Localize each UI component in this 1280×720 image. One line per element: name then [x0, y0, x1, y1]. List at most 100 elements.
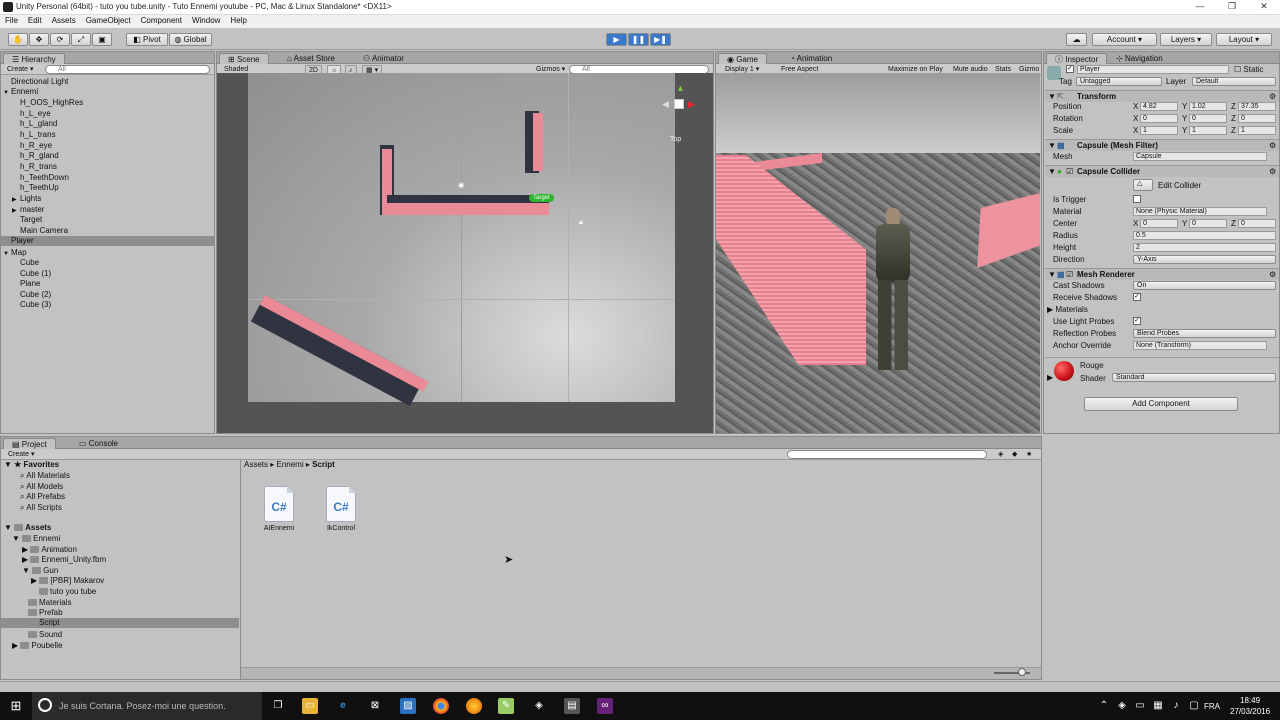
- hierarchy-item-h-r-eye[interactable]: h_R_eye: [20, 141, 52, 150]
- close-button[interactable]: ✕: [1254, 1, 1274, 12]
- expand-arrow-icon[interactable]: ▶: [12, 196, 20, 203]
- position-x-field[interactable]: 4.82: [1140, 102, 1178, 111]
- hierarchy-item-directional-light[interactable]: Directional Light: [11, 77, 68, 86]
- tray-up-arrow-icon[interactable]: ⌃: [1096, 698, 1112, 714]
- height-field[interactable]: 2: [1133, 243, 1276, 252]
- light-probes-checkbox[interactable]: ✓: [1133, 317, 1141, 325]
- breadcrumb-assets[interactable]: Assets: [244, 460, 268, 469]
- hierarchy-item-cube[interactable]: Cube: [20, 258, 39, 267]
- tab-asset-store[interactable]: ⌂ Asset Store: [279, 53, 343, 64]
- hierarchy-item-player[interactable]: Player: [1, 236, 214, 246]
- slider-thumb[interactable]: [1018, 668, 1026, 676]
- receive-shadows-checkbox[interactable]: ✓: [1133, 293, 1141, 301]
- gizmo-z-axis-icon[interactable]: ◀: [662, 99, 669, 110]
- folder-prefab[interactable]: Prefab: [28, 608, 63, 617]
- hierarchy-item-h-teethup[interactable]: h_TeethUp: [20, 183, 59, 192]
- anchor-override-field[interactable]: None (Transform): [1133, 341, 1267, 350]
- tab-game[interactable]: ◉ Game: [718, 53, 767, 64]
- edit-collider-button[interactable]: △: [1133, 179, 1153, 191]
- folder-ennemi-unity-fbm[interactable]: ▶ Ennemi_Unity.fbm: [22, 555, 106, 564]
- mesh-filter-header[interactable]: ▼ ▦ Capsule (Mesh Filter) ⚙: [1045, 139, 1279, 151]
- foldout-arrow-icon[interactable]: ▼: [4, 523, 14, 532]
- expand-arrow-icon[interactable]: ▼: [3, 90, 11, 96]
- assets-header[interactable]: ▼ Assets: [4, 523, 51, 532]
- hierarchy-search-input[interactable]: All: [45, 65, 210, 74]
- center-x-field[interactable]: 0: [1140, 219, 1178, 228]
- move-tool-button[interactable]: ✥: [29, 33, 49, 46]
- clock-time[interactable]: 18:49: [1240, 696, 1260, 705]
- component-settings-icon[interactable]: ⚙: [1269, 270, 1276, 279]
- tray-app-icon[interactable]: ◈: [1114, 698, 1130, 714]
- filter-type-icon[interactable]: ◈: [995, 450, 1006, 459]
- object-name-field[interactable]: Player: [1077, 65, 1229, 74]
- mesh-renderer-header[interactable]: ▼ ▦ ☑ Mesh Renderer ⚙: [1045, 268, 1279, 280]
- reflection-probes-dropdown[interactable]: Blend Probes: [1133, 329, 1276, 338]
- menu-component[interactable]: Component: [136, 15, 187, 25]
- hierarchy-item-plane[interactable]: Plane: [20, 279, 40, 288]
- component-settings-icon[interactable]: ⚙: [1269, 167, 1276, 176]
- folder-ennemi[interactable]: ▼ Ennemi: [12, 534, 60, 543]
- folder-poubelle[interactable]: ▶ Poubelle: [12, 641, 63, 650]
- favorite-all-prefabs[interactable]: ⌕ All Prefabs: [20, 492, 65, 502]
- foldout-arrow-icon[interactable]: ▼: [12, 534, 22, 543]
- tab-navigation[interactable]: ⊹ Navigation: [1108, 53, 1171, 64]
- static-checkbox[interactable]: ☐ Static: [1234, 65, 1263, 74]
- hierarchy-item-cube-2[interactable]: Cube (2): [20, 290, 51, 299]
- add-component-button[interactable]: Add Component: [1084, 397, 1238, 411]
- enabled-checkbox[interactable]: ☑: [1066, 270, 1073, 279]
- hierarchy-item-h-teethdown[interactable]: h_TeethDown: [20, 173, 69, 182]
- hierarchy-item-cube-1[interactable]: Cube (1): [20, 269, 51, 278]
- tab-animation[interactable]: ◔ Animation: [782, 53, 840, 64]
- expand-arrow-icon[interactable]: ▼: [3, 251, 11, 257]
- position-y-field[interactable]: 1.02: [1189, 102, 1227, 111]
- tab-hierarchy[interactable]: ☰ Hierarchy: [3, 53, 65, 64]
- player-character[interactable]: [864, 208, 920, 373]
- foldout-arrow-icon[interactable]: ▼: [1048, 141, 1056, 150]
- hierarchy-item-ennemi[interactable]: ▼ Ennemi: [3, 87, 38, 96]
- menu-window[interactable]: Window: [187, 15, 225, 25]
- pivot-toggle[interactable]: ◧ Pivot: [126, 33, 168, 46]
- file-explorer-icon[interactable]: ▭: [302, 698, 318, 714]
- notepad-icon[interactable]: ✎: [498, 698, 514, 714]
- tab-scene[interactable]: ⊞ Scene: [219, 53, 269, 64]
- folder-script[interactable]: Script: [1, 618, 239, 628]
- hierarchy-item-target[interactable]: Target: [20, 215, 42, 224]
- store-icon[interactable]: ⊠: [367, 698, 383, 714]
- tab-console[interactable]: ▭ Console: [71, 438, 126, 449]
- center-z-field[interactable]: 0: [1238, 219, 1276, 228]
- foldout-arrow-icon[interactable]: ▼: [4, 460, 14, 469]
- filter-label-icon[interactable]: ◆: [1009, 450, 1020, 459]
- component-settings-icon[interactable]: ⚙: [1269, 141, 1276, 150]
- wall-cube[interactable]: [533, 113, 543, 171]
- gizmo-cube-icon[interactable]: [674, 99, 684, 109]
- language-indicator[interactable]: FRA: [1204, 702, 1220, 711]
- wall-cube[interactable]: [382, 203, 549, 215]
- breadcrumb-script[interactable]: Script: [312, 460, 335, 469]
- tab-animator[interactable]: ⚇ Animator: [355, 53, 412, 64]
- script-ikcontrol[interactable]: C# IkControl: [316, 486, 366, 532]
- visual-studio-icon[interactable]: ∞: [597, 698, 613, 714]
- menu-help[interactable]: Help: [225, 15, 251, 25]
- cortana-search-box[interactable]: Je suis Cortana. Posez-moi une question.: [32, 692, 262, 720]
- hierarchy-item-h-oos-highres[interactable]: H_OOS_HighRes: [20, 98, 83, 107]
- component-settings-icon[interactable]: ⚙: [1269, 92, 1276, 101]
- scale-y-field[interactable]: 1: [1189, 126, 1227, 135]
- tab-inspector[interactable]: ⓘ Inspector: [1046, 53, 1108, 64]
- capsule-collider-header[interactable]: ▼ ● ☑ Capsule Collider ⚙: [1045, 165, 1279, 177]
- menu-gameobject[interactable]: GameObject: [81, 15, 136, 25]
- minimize-button[interactable]: —: [1190, 1, 1210, 11]
- enabled-checkbox[interactable]: ☑: [1066, 167, 1073, 176]
- center-y-field[interactable]: 0: [1189, 219, 1227, 228]
- clock-date[interactable]: 27/03/2016: [1230, 707, 1270, 716]
- position-z-field[interactable]: 37.35: [1238, 102, 1276, 111]
- cast-shadows-dropdown[interactable]: On: [1133, 281, 1276, 290]
- hierarchy-create-button[interactable]: Create ▾: [4, 65, 36, 74]
- favorite-all-models[interactable]: ⌕ All Models: [20, 482, 63, 492]
- layers-dropdown[interactable]: Layers ▾: [1160, 33, 1212, 46]
- action-center-icon[interactable]: ▢: [1186, 698, 1202, 714]
- project-search-input[interactable]: [787, 450, 987, 459]
- transform-header[interactable]: ▼ ⇱ Transform ⚙: [1045, 90, 1279, 102]
- menu-file[interactable]: File: [0, 15, 23, 25]
- layer-dropdown[interactable]: Default: [1192, 77, 1276, 86]
- pause-button[interactable]: ❚❚: [628, 33, 649, 46]
